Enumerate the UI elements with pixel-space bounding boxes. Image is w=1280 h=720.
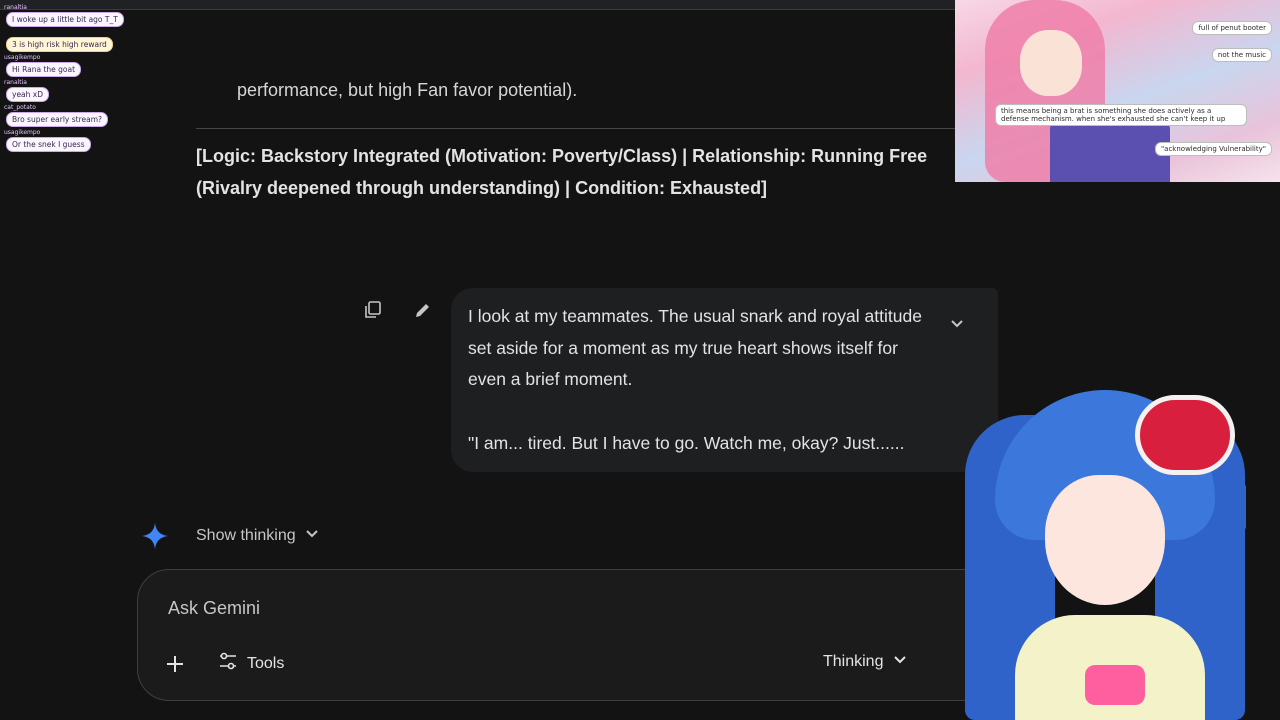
tools-button[interactable]: Tools <box>218 652 284 675</box>
overlay-chat-bubble: full of penut booter <box>1192 21 1272 35</box>
chat-text: yeah xD <box>6 87 49 102</box>
chat-message: 3 is high risk high reward <box>2 35 132 53</box>
chat-username: usagikempo <box>4 129 41 136</box>
stream-chat-overlay: ranaltia I woke up a little bit ago T_T … <box>2 4 132 160</box>
expand-chevron-icon[interactable] <box>947 314 967 334</box>
chat-username: ranaltia <box>4 4 27 11</box>
overlay-chat-bubble: not the music <box>1211 48 1272 62</box>
chat-username: ranaltia <box>4 79 27 86</box>
user-message-quote: "I am... tired. But I have to go. Watch … <box>468 432 905 453</box>
avatar-bow <box>1085 665 1145 705</box>
chat-message: usagikempo Hi Rana the goat <box>2 54 132 78</box>
prompt-input-box: Tools Thinking <box>137 569 999 701</box>
model-mode-label: Thinking <box>823 652 884 670</box>
stream-art-overlay: full of penut booter not the music this … <box>955 0 1280 182</box>
user-message-bubble: I look at my teammates. The usual snark … <box>451 288 998 472</box>
chat-message: ranaltia yeah xD <box>2 79 132 103</box>
browser-top-strip <box>0 0 955 10</box>
chat-username: cat_potato <box>4 104 36 111</box>
chat-text: Bro super early stream? <box>6 112 109 127</box>
add-attachment-plus-icon[interactable] <box>164 653 186 675</box>
chat-message: cat_potato Bro super early stream? <box>2 104 132 128</box>
chat-message: usagikempo Or the snek I guess <box>2 129 132 153</box>
overlay-chat-bubble: "acknowledging Vulnerability" <box>1154 142 1272 156</box>
chevron-down-icon <box>893 652 907 671</box>
overlay-chat-bubble: this means being a brat is something she… <box>995 104 1247 126</box>
show-thinking-label: Show thinking <box>196 526 296 544</box>
chat-text: 3 is high risk high reward <box>6 37 113 52</box>
screen: ranaltia I woke up a little bit ago T_T … <box>0 0 1280 720</box>
tools-sliders-icon <box>218 652 238 675</box>
model-mode-selector[interactable]: Thinking <box>823 652 907 671</box>
chat-text: Or the snek I guess <box>6 137 91 152</box>
chat-text: I woke up a little bit ago T_T <box>6 12 124 27</box>
chat-message: ranaltia I woke up a little bit ago T_T <box>2 4 132 28</box>
ask-gemini-input[interactable] <box>166 594 770 622</box>
response-divider <box>196 128 956 129</box>
edit-pencil-icon[interactable] <box>413 300 433 320</box>
model-response-tail: performance, but high Fan favor potentia… <box>237 80 578 100</box>
copy-icon[interactable] <box>363 300 383 320</box>
tools-label: Tools <box>247 654 285 672</box>
vtuber-avatar <box>925 365 1280 720</box>
character-face <box>1020 30 1082 96</box>
gemini-sparkle-icon <box>141 522 169 550</box>
show-thinking-toggle[interactable]: Show thinking <box>196 525 320 546</box>
chevron-down-icon <box>304 525 320 546</box>
chat-username: usagikempo <box>4 54 41 61</box>
user-message-text: I look at my teammates. The usual snark … <box>468 301 938 460</box>
chat-text: Hi Rana the goat <box>6 62 82 77</box>
logic-summary: [Logic: Backstory Integrated (Motivation… <box>196 146 928 198</box>
avatar-face <box>1045 475 1165 605</box>
avatar-flower-accessory <box>1135 395 1235 475</box>
user-message-line: I look at my teammates. The usual snark … <box>468 306 922 390</box>
